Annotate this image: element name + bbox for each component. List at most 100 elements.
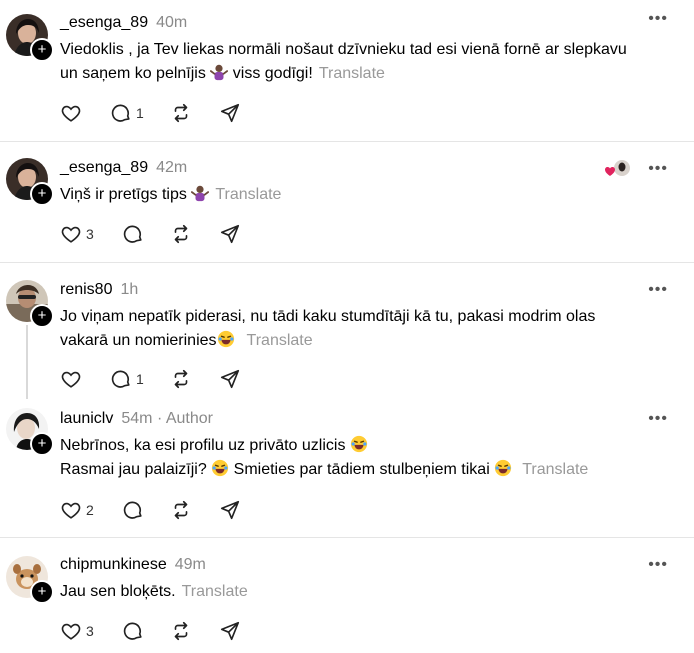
- more-icon[interactable]: •••: [648, 10, 668, 28]
- comment-icon: [122, 499, 144, 521]
- share-button[interactable]: [219, 619, 241, 643]
- comment-icon: [122, 223, 144, 245]
- post-text-line: un saņem ko pelnījis viss godīgi! Transla…: [60, 62, 660, 86]
- follow-plus-icon[interactable]: +: [30, 432, 54, 456]
- avatar[interactable]: +: [6, 408, 54, 456]
- comment-icon: [110, 102, 132, 124]
- repost-icon: [170, 102, 192, 124]
- repost-icon: [170, 223, 192, 245]
- like-count: 3: [86, 623, 94, 639]
- repost-button[interactable]: [170, 101, 192, 125]
- timestamp[interactable]: 49m: [175, 556, 206, 573]
- repost-icon: [170, 620, 192, 642]
- like-button[interactable]: 3: [60, 222, 94, 246]
- reply-button[interactable]: 1: [110, 367, 144, 391]
- heart-icon: [60, 620, 82, 642]
- post-header: launiclv 54m · Author: [60, 410, 213, 428]
- translate-link[interactable]: Translate: [182, 583, 248, 600]
- share-icon: [219, 620, 241, 642]
- repost-icon: [170, 499, 192, 521]
- reply-count: 1: [136, 105, 144, 121]
- post-header: _esenga_89 40m: [60, 14, 187, 32]
- username[interactable]: chipmunkinese: [60, 556, 167, 573]
- shrug-emoji-icon: [210, 63, 228, 81]
- reply-button[interactable]: 1: [110, 101, 144, 125]
- post-5: + chipmunkinese 49m ••• Jau sen bloķēts. T…: [0, 538, 694, 653]
- username[interactable]: renis80: [60, 281, 112, 298]
- share-icon: [219, 223, 241, 245]
- post-text-line: Viedoklis , ja Tev liekas normāli nošaut…: [60, 41, 627, 58]
- translate-link[interactable]: Translate: [215, 186, 281, 203]
- post-text-fragment: Nebrīnos, ka esi profilu uz privāto uzli…: [60, 437, 346, 454]
- post-text-line: Rasmai jau palaizīji? Smieties par tādie…: [60, 458, 660, 482]
- repost-button[interactable]: [170, 498, 192, 522]
- repost-button[interactable]: [170, 367, 192, 391]
- share-button[interactable]: [219, 498, 241, 522]
- post-text-fragment: un saņem ko pelnījis: [60, 65, 206, 82]
- post-3: + renis80 1h ••• Jo viņam nepatīk pideras…: [0, 263, 694, 400]
- username[interactable]: _esenga_89: [60, 14, 148, 31]
- reply-button[interactable]: [122, 498, 144, 522]
- more-icon[interactable]: •••: [648, 556, 668, 574]
- avatar[interactable]: +: [6, 14, 54, 62]
- avatar[interactable]: +: [6, 280, 54, 328]
- share-button[interactable]: [219, 222, 241, 246]
- author-badge: · Author: [156, 410, 213, 427]
- heart-icon: [60, 368, 82, 390]
- post-text: Nebrīnos, ka esi profilu uz privāto uzli…: [60, 434, 660, 482]
- reply-button[interactable]: [122, 222, 144, 246]
- translate-link[interactable]: Translate: [319, 65, 385, 82]
- reply-button[interactable]: [122, 619, 144, 643]
- like-button[interactable]: 2: [60, 498, 94, 522]
- share-icon: [219, 368, 241, 390]
- like-count: 2: [86, 502, 94, 518]
- share-button[interactable]: [219, 367, 241, 391]
- post-header: _esenga_89 42m: [60, 159, 187, 177]
- follow-plus-icon[interactable]: +: [30, 38, 54, 62]
- post-text-line: Jo viņam nepatīk piderasi, nu tādi kaku …: [60, 308, 596, 325]
- avatar[interactable]: +: [6, 158, 54, 206]
- username[interactable]: _esenga_89: [60, 159, 148, 176]
- follow-plus-icon[interactable]: +: [30, 304, 54, 328]
- more-icon[interactable]: •••: [648, 281, 668, 299]
- translate-link[interactable]: Translate: [247, 332, 313, 349]
- timestamp[interactable]: 54m: [121, 410, 152, 427]
- more-icon[interactable]: •••: [648, 410, 668, 428]
- post-text-line: Nebrīnos, ka esi profilu uz privāto uzli…: [60, 434, 660, 458]
- heart-icon: [60, 102, 82, 124]
- translate-link[interactable]: Translate: [522, 461, 588, 478]
- avatar[interactable]: +: [6, 556, 54, 604]
- laughing-emoji-icon: [494, 459, 512, 477]
- post-2: + _esenga_89 42m ••• Viņš ir pretīgs tips…: [0, 142, 694, 263]
- post-text-line: Viņš ir pretīgs tips Translate: [60, 183, 660, 207]
- like-button[interactable]: [60, 101, 86, 125]
- post-header: chipmunkinese 49m: [60, 556, 206, 574]
- timestamp[interactable]: 42m: [156, 159, 187, 176]
- laughing-emoji-icon: [211, 459, 229, 477]
- liked-heart-icon: [605, 160, 630, 176]
- username[interactable]: launiclv: [60, 410, 113, 427]
- post-text: Viņš ir pretīgs tips Translate: [60, 183, 660, 207]
- post-header: renis80 1h: [60, 281, 138, 299]
- share-icon: [219, 499, 241, 521]
- shrug-emoji-icon: [191, 184, 209, 202]
- laughing-emoji-icon: [350, 435, 368, 453]
- more-icon[interactable]: •••: [648, 160, 668, 178]
- follow-plus-icon[interactable]: +: [30, 182, 54, 206]
- follow-plus-icon[interactable]: +: [30, 580, 54, 604]
- timestamp[interactable]: 1h: [120, 281, 138, 298]
- laughing-emoji-icon: [217, 330, 235, 348]
- post-text-line: vakarā un nomierinies Translate: [60, 329, 660, 353]
- post-text-fragment: viss godīgi!: [232, 65, 313, 82]
- timestamp[interactable]: 40m: [156, 14, 187, 31]
- repost-button[interactable]: [170, 619, 192, 643]
- comment-icon: [122, 620, 144, 642]
- share-button[interactable]: [219, 101, 241, 125]
- like-button[interactable]: 3: [60, 619, 94, 643]
- reply-count: 1: [136, 371, 144, 387]
- repost-button[interactable]: [170, 222, 192, 246]
- post-text-line: Jau sen bloķēts. Translate: [60, 580, 660, 604]
- post-text-fragment: Jau sen bloķēts.: [60, 583, 176, 600]
- like-button[interactable]: [60, 367, 86, 391]
- share-icon: [219, 102, 241, 124]
